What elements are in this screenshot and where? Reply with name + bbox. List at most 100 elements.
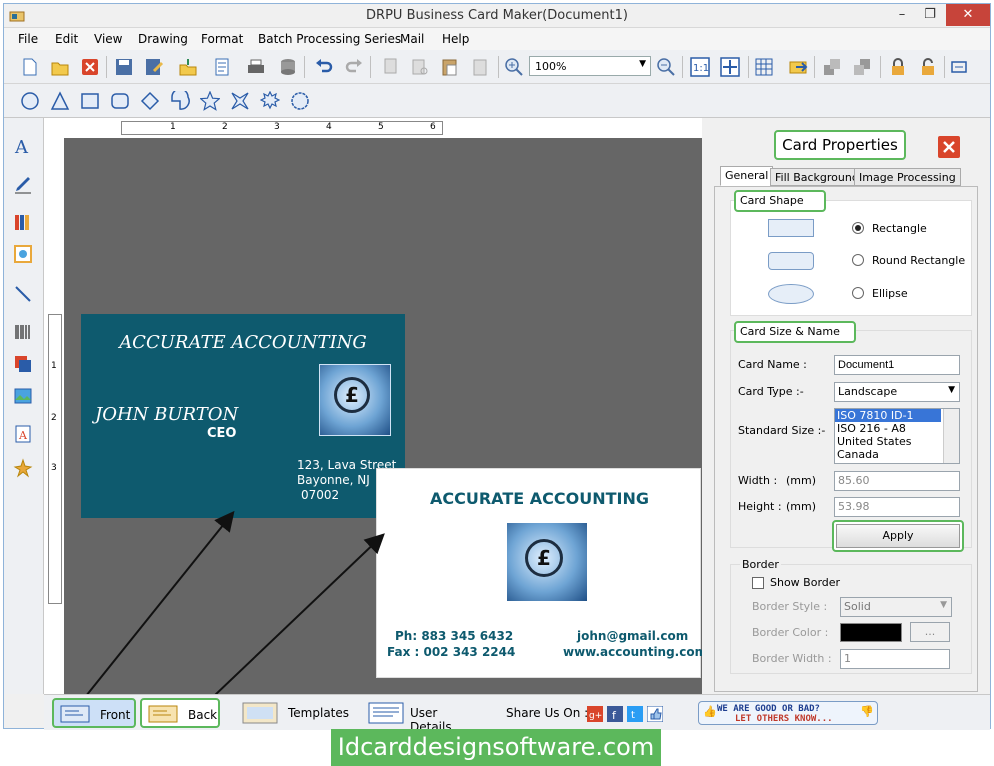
menu-help[interactable]: Help xyxy=(442,32,469,46)
arc-tool-icon[interactable] xyxy=(170,91,190,111)
round-rect-shape-preview xyxy=(768,252,814,270)
restore-button[interactable]: ❐ xyxy=(916,4,944,26)
database-icon[interactable] xyxy=(278,57,298,77)
delete-icon[interactable] xyxy=(470,57,490,77)
pen-tool-icon[interactable] xyxy=(13,174,33,194)
standard-size-option[interactable]: ISO 7810 ID-1 xyxy=(835,409,941,422)
google-plus-icon[interactable]: g+ xyxy=(587,706,603,722)
zoom-select[interactable]: 100% ▼ xyxy=(529,56,651,76)
barcode-tool-icon[interactable] xyxy=(13,322,33,342)
app-window: DRPU Business Card Maker(Document1) – ❐ … xyxy=(3,3,991,734)
border-width-input[interactable]: 1 xyxy=(840,649,950,669)
four-point-star-tool-icon[interactable] xyxy=(230,91,250,111)
menu-drawing[interactable]: Drawing xyxy=(138,32,188,46)
menu-mail[interactable]: Mail xyxy=(400,32,424,46)
tab-fill-background[interactable]: Fill Background xyxy=(770,168,864,186)
unlock-icon[interactable] xyxy=(918,57,938,77)
properties-icon[interactable] xyxy=(212,57,232,77)
standard-size-option[interactable]: ISO 216 - A8 xyxy=(835,422,959,435)
border-style-select[interactable]: Solid ▼ xyxy=(840,597,952,617)
close-doc-icon[interactable] xyxy=(80,57,100,77)
ellipse-shape-preview xyxy=(768,284,814,304)
share-label: Share Us On : xyxy=(506,706,589,720)
front-button[interactable]: Front xyxy=(52,698,136,728)
show-border-checkbox[interactable] xyxy=(752,577,764,589)
card-shape-label: Card Shape xyxy=(734,190,826,212)
undo-icon[interactable] xyxy=(314,57,334,77)
apply-button[interactable]: Apply xyxy=(836,524,960,548)
zoom-value: 100% xyxy=(535,60,567,73)
menu-view[interactable]: View xyxy=(94,32,122,46)
close-button[interactable]: ✕ xyxy=(946,4,990,26)
fit-page-icon[interactable] xyxy=(720,57,740,77)
paste-icon[interactable] xyxy=(440,57,460,77)
standard-size-option[interactable]: Canada xyxy=(835,448,959,461)
zoom-in-icon[interactable] xyxy=(504,57,524,77)
border-color-swatch[interactable] xyxy=(840,623,902,642)
star-tool-icon[interactable] xyxy=(200,91,220,111)
rectangle-radio[interactable] xyxy=(852,222,864,234)
redo-icon[interactable] xyxy=(344,57,364,77)
save-as-icon[interactable] xyxy=(144,57,164,77)
lock-icon[interactable] xyxy=(888,57,908,77)
card-type-select[interactable]: Landscape ▼ xyxy=(834,382,960,402)
text-tool-icon[interactable]: A xyxy=(13,136,33,156)
tab-general[interactable]: General xyxy=(720,166,774,186)
menu-file[interactable]: File xyxy=(18,32,38,46)
image-tool-icon[interactable] xyxy=(13,244,33,264)
border-color-button[interactable]: ... xyxy=(910,622,950,642)
send-back-icon[interactable] xyxy=(852,57,872,77)
facebook-icon[interactable]: f xyxy=(607,706,623,722)
mail-icon[interactable] xyxy=(788,57,808,77)
height-input[interactable]: 53.98 xyxy=(834,497,960,517)
back-button[interactable]: Back xyxy=(140,698,220,728)
ellipse-tool-icon[interactable] xyxy=(20,91,40,111)
user-details-button[interactable]: User Details xyxy=(366,698,482,734)
list-scrollbar[interactable] xyxy=(943,409,959,463)
ellipse-radio[interactable] xyxy=(852,287,864,299)
border-width-label: Border Width : xyxy=(752,652,832,665)
align-icon[interactable] xyxy=(950,57,970,77)
feedback-banner[interactable]: WE ARE GOOD OR BAD? LET OTHERS KNOW... 👍… xyxy=(698,701,878,725)
bring-front-icon[interactable] xyxy=(822,57,842,77)
triangle-tool-icon[interactable] xyxy=(50,91,70,111)
menu-batch-processing[interactable]: Batch Processing Series xyxy=(258,32,401,46)
round-rectangle-label: Round Rectangle xyxy=(872,254,966,267)
standard-size-list[interactable]: ISO 7810 ID-1 ISO 216 - A8 United States… xyxy=(834,408,960,464)
templates-button[interactable]: Templates xyxy=(240,698,350,728)
tab-image-processing[interactable]: Image Processing xyxy=(854,168,961,186)
apply-highlight: Apply xyxy=(832,520,964,552)
new-icon[interactable] xyxy=(20,57,40,77)
menu-format[interactable]: Format xyxy=(201,32,243,46)
diamond-tool-icon[interactable] xyxy=(140,91,160,111)
symbol-tool-icon[interactable] xyxy=(13,458,33,478)
round-rectangle-radio[interactable] xyxy=(852,254,864,266)
watermark-tool-icon[interactable] xyxy=(13,354,33,374)
rectangle-tool-icon[interactable] xyxy=(80,91,100,111)
panel-close-icon[interactable] xyxy=(938,136,960,158)
minimize-button[interactable]: – xyxy=(888,4,916,26)
twitter-icon[interactable]: t xyxy=(627,706,643,722)
word-art-icon[interactable]: A xyxy=(13,424,33,444)
like-icon[interactable] xyxy=(647,706,663,722)
standard-size-option[interactable]: United States xyxy=(835,435,959,448)
library-icon[interactable] xyxy=(13,212,33,232)
width-input[interactable]: 85.60 xyxy=(834,471,960,491)
print-icon[interactable] xyxy=(246,57,266,77)
open-icon[interactable] xyxy=(50,57,70,77)
round-rect-tool-icon[interactable] xyxy=(110,91,130,111)
save-icon[interactable] xyxy=(114,57,134,77)
grid-icon[interactable] xyxy=(754,57,774,77)
card-name-input[interactable] xyxy=(834,355,960,375)
picture-tool-icon[interactable] xyxy=(13,386,33,406)
line-tool-icon[interactable] xyxy=(13,284,33,304)
svg-text:t: t xyxy=(631,710,635,721)
copy-icon[interactable] xyxy=(380,57,400,77)
burst-tool-icon[interactable] xyxy=(260,91,280,111)
menu-edit[interactable]: Edit xyxy=(55,32,78,46)
export-icon[interactable] xyxy=(178,57,198,77)
actual-size-icon[interactable]: 1:1 xyxy=(690,57,710,77)
polygon-tool-icon[interactable] xyxy=(290,91,310,111)
zoom-out-icon[interactable] xyxy=(656,57,676,77)
cut-icon[interactable] xyxy=(410,57,430,77)
